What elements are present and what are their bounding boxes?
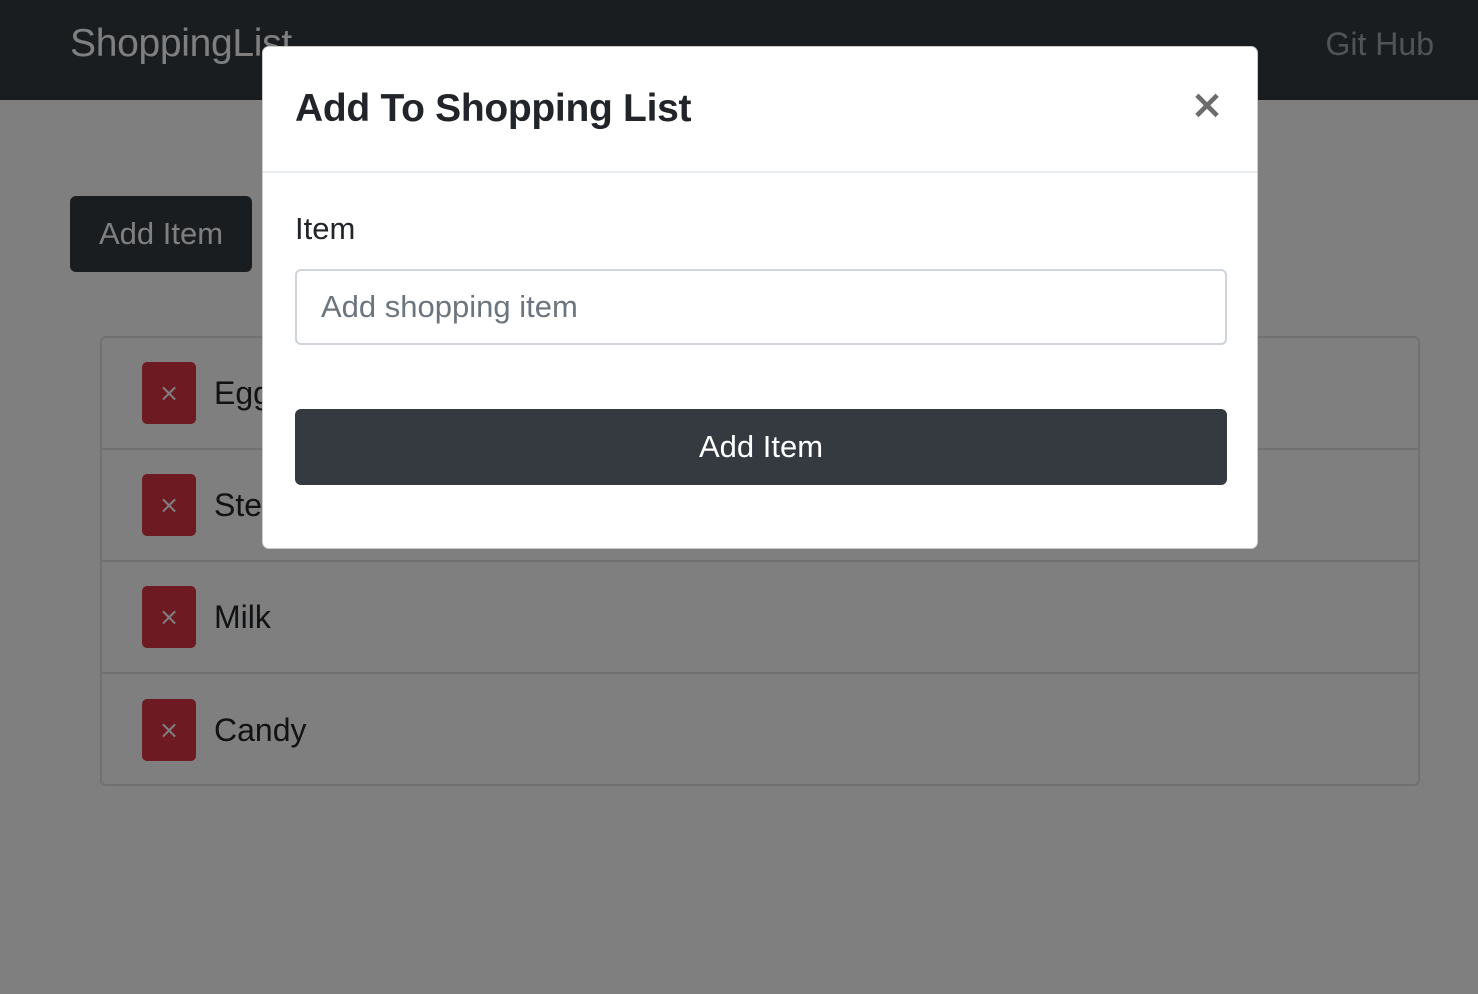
page: ShoppingList Git Hub Add Item × Eggs × S… [0,0,1478,994]
item-input[interactable] [295,269,1227,345]
add-item-submit-button[interactable]: Add Item [295,409,1227,485]
modal-title: Add To Shopping List [295,87,692,130]
modal-header: Add To Shopping List × [263,47,1257,173]
item-field-label: Item [295,211,356,246]
add-item-modal: Add To Shopping List × Item Add Item [262,46,1258,549]
close-icon[interactable]: × [1189,85,1225,125]
